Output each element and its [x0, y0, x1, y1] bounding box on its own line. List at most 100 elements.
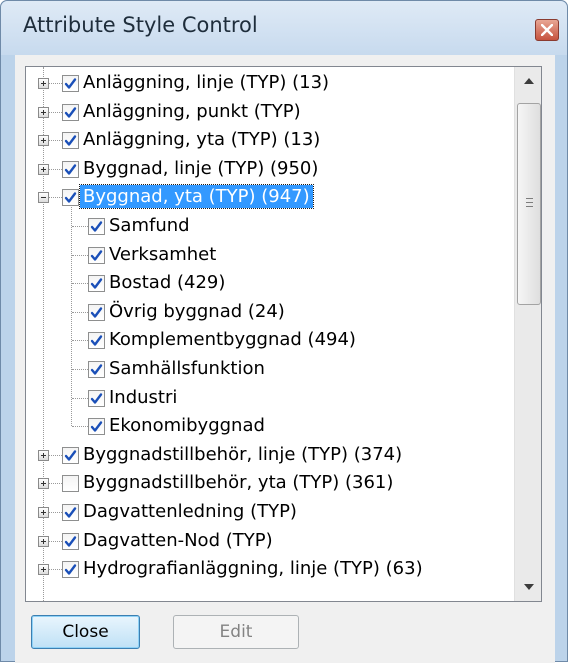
node-label[interactable]: Komplementbyggnad (494) — [106, 328, 359, 351]
node-checkbox[interactable] — [88, 389, 105, 407]
scroll-down-button[interactable] — [515, 573, 541, 601]
tree-connector — [48, 168, 62, 170]
tree-connector — [72, 369, 88, 370]
node-label[interactable]: Samfund — [106, 214, 193, 237]
tree-child-node[interactable]: Samhällsfunktion — [26, 355, 506, 383]
node-checkbox[interactable] — [62, 446, 79, 464]
expand-plus-icon[interactable] — [38, 135, 49, 147]
expand-plus-icon[interactable] — [38, 535, 49, 547]
close-x-icon[interactable] — [535, 19, 559, 41]
checkmark-icon — [64, 106, 77, 118]
tree-child-node[interactable]: Verksamhet — [26, 241, 506, 269]
checkmark-icon — [64, 135, 77, 146]
node-checkbox[interactable] — [88, 218, 105, 235]
grip-line — [526, 202, 533, 203]
close-button[interactable]: Close — [31, 615, 140, 649]
node-label[interactable]: Anläggning, yta (TYP) (13) — [80, 128, 323, 151]
tree-node[interactable]: Dagvatten-Nod (TYP) — [26, 527, 506, 555]
tree-node[interactable]: Byggnad, yta (TYP) (947) — [26, 183, 506, 211]
node-label[interactable]: Byggnad, yta (TYP) (947) — [79, 184, 314, 210]
tree-node[interactable]: Byggnadstillbehör, linje (TYP) (374) — [26, 441, 506, 469]
node-checkbox[interactable] — [88, 303, 105, 321]
checkmark-icon — [64, 192, 77, 204]
node-label[interactable]: Bostad (429) — [106, 271, 228, 294]
grip-line — [526, 198, 533, 199]
node-checkbox[interactable] — [88, 275, 105, 293]
expand-plus-icon[interactable] — [38, 163, 49, 175]
node-checkbox[interactable] — [88, 361, 105, 378]
expand-plus-icon[interactable] — [38, 564, 49, 576]
checkmark-icon — [64, 450, 77, 461]
expand-plus-icon[interactable] — [38, 449, 49, 461]
node-label[interactable]: Anläggning, punkt (TYP) — [80, 100, 304, 123]
tree-connector — [72, 397, 88, 399]
node-checkbox[interactable] — [62, 103, 79, 121]
tree-node[interactable]: Dagvattenledning (TYP) — [26, 498, 506, 526]
node-checkbox[interactable] — [88, 418, 105, 436]
tree-child-node[interactable]: Övrig byggnad (24) — [26, 298, 506, 326]
node-label[interactable]: Dagvatten-Nod (TYP) — [80, 529, 276, 552]
node-label[interactable]: Verksamhet — [106, 243, 219, 266]
node-label[interactable]: Övrig byggnad (24) — [106, 300, 288, 323]
node-checkbox[interactable] — [88, 332, 105, 350]
node-label[interactable]: Hydrografianläggning, linje (TYP) (63) — [80, 557, 426, 580]
tree-connector — [48, 483, 62, 485]
tree-child-node[interactable]: Samfund — [26, 212, 506, 240]
tree-node[interactable]: Anläggning, punkt (TYP) — [26, 98, 506, 126]
node-checkbox[interactable] — [62, 504, 79, 521]
scroll-up-button[interactable] — [515, 67, 541, 95]
tree-node[interactable]: Anläggning, linje (TYP) (13) — [26, 69, 506, 97]
node-label[interactable]: Byggnad, linje (TYP) (950) — [80, 157, 321, 180]
node-checkbox[interactable] — [62, 475, 79, 493]
tree-connector — [72, 283, 88, 285]
tree-node[interactable]: Byggnad, linje (TYP) (950) — [26, 155, 506, 183]
tree-child-node[interactable]: Ekonomibyggnad — [26, 412, 506, 440]
edit-button[interactable]: Edit — [173, 615, 299, 649]
tree-node[interactable]: Hydrografianläggning, linje (TYP) (63) — [26, 555, 506, 583]
expand-plus-icon[interactable] — [38, 507, 49, 518]
checkmark-icon — [64, 535, 77, 547]
node-checkbox[interactable] — [62, 561, 79, 579]
node-checkbox[interactable] — [62, 132, 79, 150]
node-label[interactable]: Samhällsfunktion — [106, 357, 268, 380]
tree-child-node[interactable]: Industri — [26, 384, 506, 412]
node-label[interactable]: Byggnadstillbehör, linje (TYP) (374) — [80, 443, 405, 466]
tree-child-node[interactable]: Bostad (429) — [26, 269, 506, 297]
arrow-up-icon — [524, 78, 534, 84]
tree-connector — [48, 111, 62, 113]
node-checkbox[interactable] — [62, 189, 79, 207]
tree-connector — [72, 254, 88, 256]
node-label[interactable]: Dagvattenledning (TYP) — [80, 500, 300, 523]
tree-connector — [72, 226, 88, 227]
vertical-scrollbar[interactable] — [514, 67, 541, 601]
tree-node[interactable]: Byggnadstillbehör, yta (TYP) (361) — [26, 469, 506, 497]
tree-child-node[interactable]: Komplementbyggnad (494) — [26, 326, 506, 354]
title-bar[interactable]: Attribute Style Control — [1, 1, 567, 55]
window-title: Attribute Style Control — [23, 13, 258, 37]
checkmark-icon — [90, 278, 103, 289]
tree-connector — [48, 140, 62, 142]
node-label[interactable]: Byggnadstillbehör, yta (TYP) (361) — [80, 471, 396, 494]
tree-node[interactable]: Anläggning, yta (TYP) (13) — [26, 126, 506, 154]
scroll-thumb[interactable] — [517, 103, 541, 305]
collapse-minus-icon[interactable] — [38, 192, 49, 204]
attribute-tree[interactable]: Anläggning, linje (TYP) (13) Anläggning, … — [25, 66, 542, 602]
arrow-down-icon — [524, 584, 534, 590]
node-label[interactable]: Industri — [106, 386, 180, 409]
node-checkbox[interactable] — [62, 75, 79, 92]
node-checkbox[interactable] — [88, 246, 105, 264]
node-label[interactable]: Ekonomibyggnad — [106, 414, 268, 437]
expand-plus-icon[interactable] — [38, 78, 49, 89]
node-label[interactable]: Anläggning, linje (TYP) (13) — [80, 71, 332, 94]
tree-connector — [48, 540, 62, 542]
tree-connector — [48, 512, 62, 513]
grip-line — [526, 206, 533, 207]
checkmark-icon — [64, 78, 77, 89]
tree-connector — [48, 569, 62, 571]
node-checkbox[interactable] — [62, 160, 79, 178]
checkmark-icon — [64, 507, 77, 518]
expand-plus-icon[interactable] — [38, 106, 49, 118]
node-checkbox[interactable] — [62, 532, 79, 550]
expand-plus-icon[interactable] — [38, 478, 49, 490]
tree-connector — [72, 311, 88, 313]
